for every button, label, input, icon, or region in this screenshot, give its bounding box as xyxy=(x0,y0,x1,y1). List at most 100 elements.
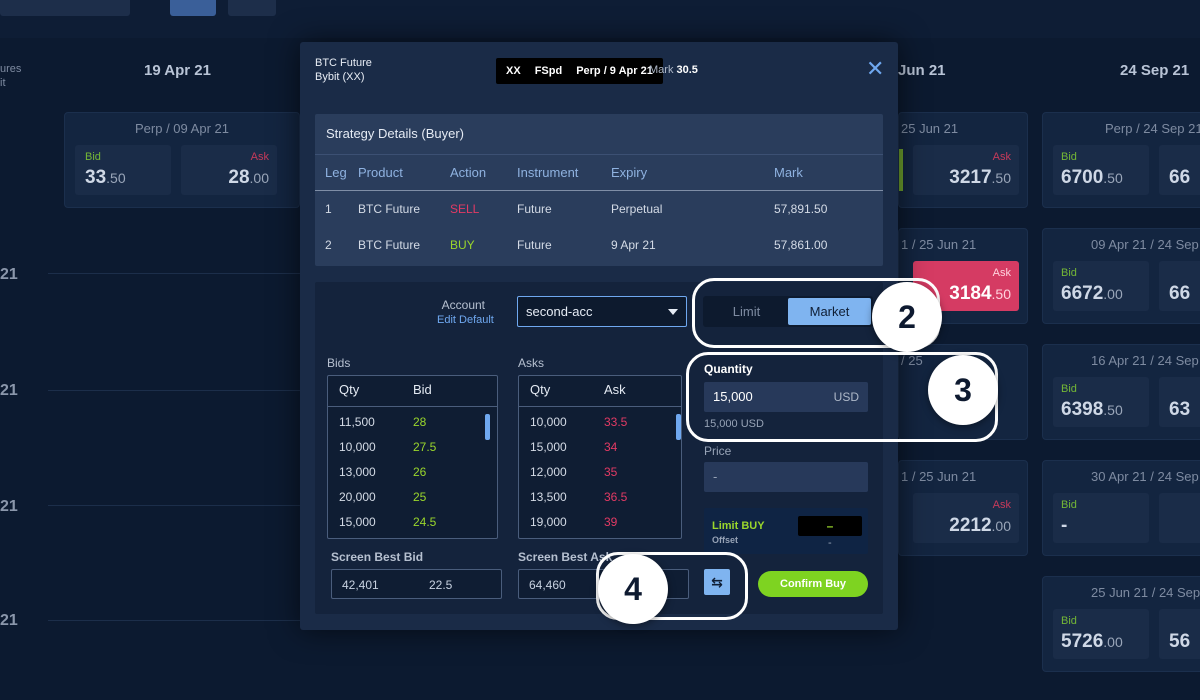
ask-qty[interactable]: 15,000 xyxy=(530,440,567,454)
ask-box[interactable]: 56 xyxy=(1159,609,1200,659)
bid-box[interactable]: Bid 33.50 xyxy=(75,145,171,195)
bid-price[interactable]: 25 xyxy=(413,490,426,504)
card-title: 09 Apr 21 / 24 Sep xyxy=(1091,237,1199,252)
bid-box[interactable]: Bid 6672.00 xyxy=(1053,261,1149,311)
bid-label: Bid xyxy=(1061,499,1077,511)
bid-qty[interactable]: 10,000 xyxy=(339,440,376,454)
bids-qty-header: Qty xyxy=(339,382,360,397)
market-card[interactable]: 25 Jun 21 / 24 Sep Bid 5726.00 56 xyxy=(1042,576,1200,672)
ask-label: Ask xyxy=(992,499,1011,511)
ask-value: 63 xyxy=(1169,399,1191,420)
card-title: 16 Apr 21 / 24 Sep xyxy=(1091,353,1199,368)
column-head: 24 Sep 21 xyxy=(1120,62,1190,79)
table-row: 2 BTC Future BUY Future 9 Apr 21 57,861.… xyxy=(315,227,883,263)
account-select[interactable]: second-acc xyxy=(517,296,687,327)
bids-book: Qty Bid 11,500 28 10,000 27.5 13,000 26 … xyxy=(327,375,498,539)
chevron-down-icon xyxy=(668,309,678,315)
market-card[interactable]: 25 Jun 21 Ask 3217.50 xyxy=(898,112,1028,208)
bid-value: 33.50 xyxy=(85,167,126,188)
close-icon[interactable]: ✕ xyxy=(866,56,884,82)
ask-box[interactable]: Ask 2212.00 xyxy=(913,493,1019,543)
column-head: Jun 21 xyxy=(898,62,946,79)
bid-price[interactable]: 26 xyxy=(413,465,426,479)
grid-line xyxy=(48,390,300,391)
bid-price[interactable]: 28 xyxy=(413,415,426,429)
mark-price: Mark 30.5 xyxy=(649,64,698,76)
ask-price[interactable]: 33.5 xyxy=(604,415,627,429)
bid-qty[interactable]: 11,500 xyxy=(339,415,375,429)
action-sell: SELL xyxy=(450,201,480,216)
ask-price[interactable]: 35 xyxy=(604,465,617,479)
col-expiry: Expiry xyxy=(611,154,774,191)
callout-number: 3 xyxy=(928,355,998,425)
price-label: Price xyxy=(704,444,732,458)
ask-qty[interactable]: 10,000 xyxy=(530,415,567,429)
confirm-buy-button[interactable]: Confirm Buy xyxy=(758,571,868,597)
bid-qty[interactable]: 13,000 xyxy=(339,465,376,479)
bid-box[interactable]: Bid - xyxy=(1053,493,1149,543)
bid-price[interactable]: 24.5 xyxy=(413,515,436,529)
bid-label: Bid xyxy=(1061,267,1077,279)
ask-price[interactable]: 39 xyxy=(604,515,617,529)
ask-box[interactable]: 66 xyxy=(1159,145,1200,195)
column-head-left: ures it xyxy=(0,63,22,89)
bid-label: Bid xyxy=(1061,615,1077,627)
ask-value: 66 xyxy=(1169,283,1191,304)
bid-price[interactable]: 27.5 xyxy=(413,440,436,454)
action-buy: BUY xyxy=(450,237,475,252)
strategy-details: Strategy Details (Buyer) Leg Product Act… xyxy=(315,114,883,266)
ask-value: 2212.00 xyxy=(949,515,1011,536)
bid-edge xyxy=(899,149,903,191)
bids-scrollbar[interactable] xyxy=(485,414,490,440)
bid-label: Bid xyxy=(1061,383,1077,395)
ask-box[interactable]: 66 xyxy=(1159,261,1200,311)
market-card[interactable]: 1 / 25 Jun 21 Ask 2212.00 xyxy=(898,460,1028,556)
limit-buy-value: – xyxy=(798,516,862,536)
market-card[interactable]: 09 Apr 21 / 24 Sep Bid 6672.00 66 xyxy=(1042,228,1200,324)
market-card[interactable]: Perp / 09 Apr 21 Bid 33.50 Ask 28.00 xyxy=(64,112,300,208)
card-title: 25 Jun 21 / 24 Sep xyxy=(1091,585,1200,600)
asks-title: Asks xyxy=(518,356,545,370)
ask-price[interactable]: 36.5 xyxy=(604,490,627,504)
limit-buy-box: Limit BUY Offset – - xyxy=(704,508,868,554)
ask-value: 56 xyxy=(1169,631,1191,652)
bid-label: Bid xyxy=(1061,151,1077,163)
offset-value: - xyxy=(828,537,832,549)
ask-box[interactable]: Ask 28.00 xyxy=(181,145,277,195)
market-card[interactable]: 16 Apr 21 / 24 Sep Bid 6398.50 63 xyxy=(1042,344,1200,440)
screen-best-bid-label: Screen Best Bid xyxy=(331,550,424,564)
ask-price[interactable]: 34 xyxy=(604,440,617,454)
bid-qty[interactable]: 20,000 xyxy=(339,490,376,504)
limit-buy-label: Limit BUY xyxy=(712,520,765,532)
col-action: Action xyxy=(450,154,517,191)
market-card[interactable]: Perp / 24 Sep 21 Bid 6700.50 66 xyxy=(1042,112,1200,208)
screen-best-bid-field: 42,401 22.5 xyxy=(331,569,502,599)
card-title: 1 / 25 Jun 21 xyxy=(901,469,977,484)
asks-book: Qty Ask 10,000 33.5 15,000 34 12,000 35 … xyxy=(518,375,682,539)
bid-box[interactable]: Bid 6700.50 xyxy=(1053,145,1149,195)
bids-title: Bids xyxy=(327,356,351,370)
toolbar-button[interactable] xyxy=(228,0,276,16)
bid-box[interactable]: Bid 6398.50 xyxy=(1053,377,1149,427)
toolbar-field[interactable] xyxy=(0,0,130,16)
ask-qty[interactable]: 13,500 xyxy=(530,490,567,504)
market-card[interactable]: 30 Apr 21 / 24 Sep Bid - xyxy=(1042,460,1200,556)
ask-label: Ask xyxy=(992,267,1011,279)
ask-box[interactable]: Ask 3217.50 xyxy=(913,145,1019,195)
strategy-table: Leg Product Action Instrument Expiry Mar… xyxy=(315,154,883,263)
strategy-heading: Strategy Details (Buyer) xyxy=(326,126,464,141)
col-product: Product xyxy=(358,154,450,191)
ask-box[interactable]: 63 xyxy=(1159,377,1200,427)
bid-box[interactable]: Bid 5726.00 xyxy=(1053,609,1149,659)
bid-qty[interactable]: 15,000 xyxy=(339,515,376,529)
table-header-row: Leg Product Action Instrument Expiry Mar… xyxy=(315,154,883,191)
edit-default-link[interactable]: Edit Default xyxy=(437,314,494,326)
asks-scrollbar[interactable] xyxy=(676,414,681,440)
card-title: 25 Jun 21 xyxy=(901,121,959,136)
bid-value: - xyxy=(1061,515,1068,536)
ask-qty[interactable]: 19,000 xyxy=(530,515,567,529)
price-input[interactable]: - xyxy=(704,462,868,492)
ask-qty[interactable]: 12,000 xyxy=(530,465,567,479)
toolbar-button[interactable] xyxy=(170,0,216,16)
ask-box[interactable] xyxy=(1159,493,1200,543)
